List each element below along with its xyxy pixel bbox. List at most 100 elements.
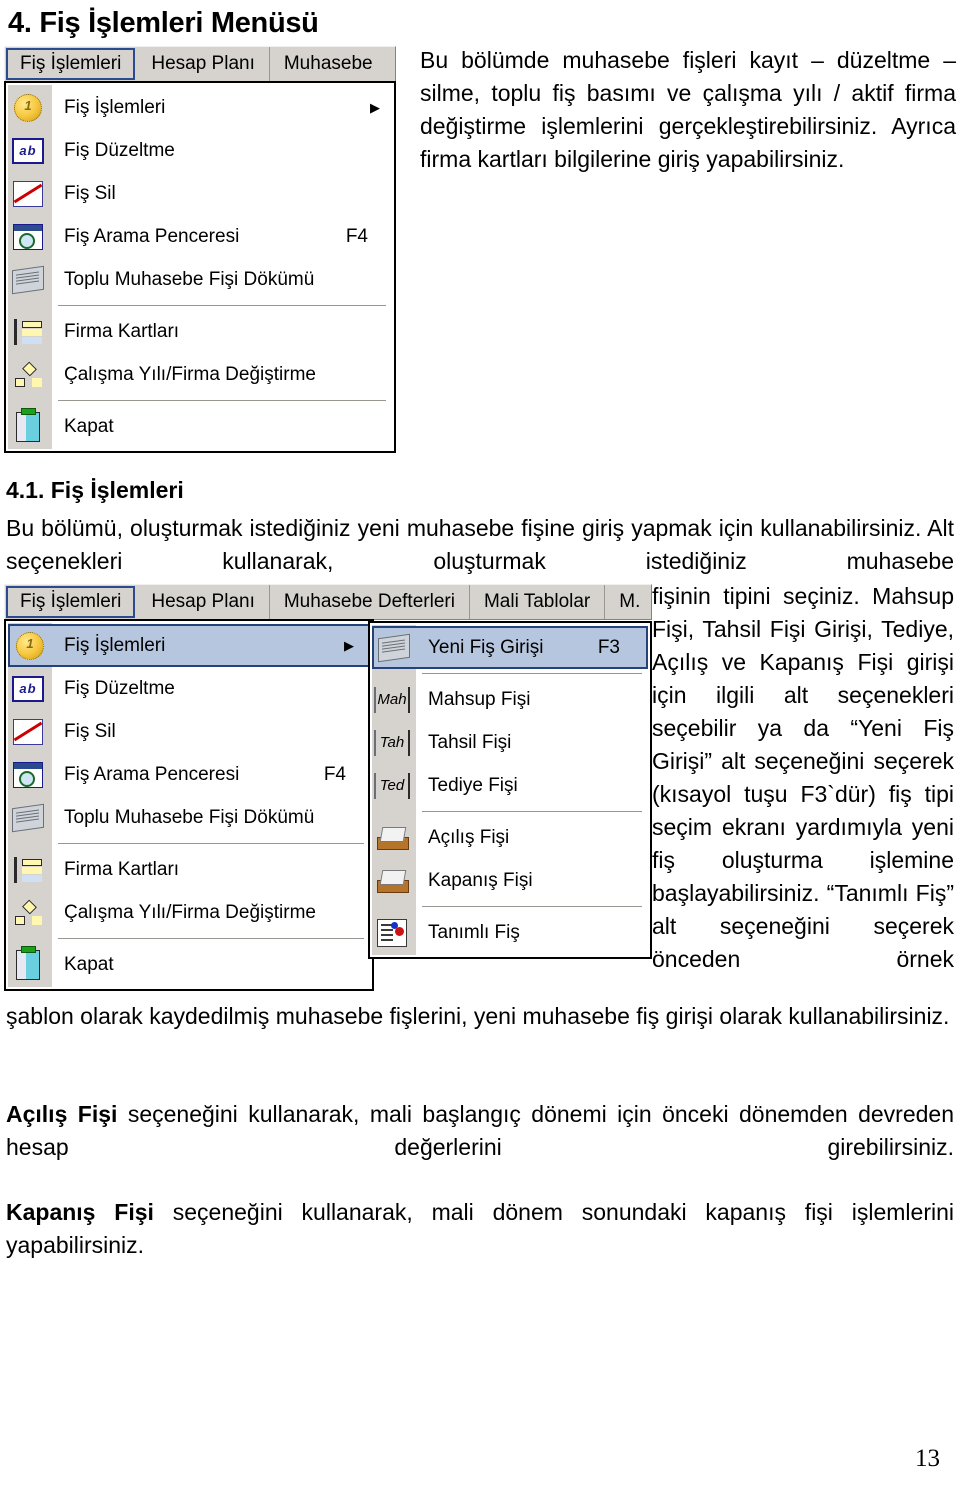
section-heading: 4.1. Fiş İşlemleri xyxy=(6,477,184,503)
menu-separator xyxy=(50,934,372,943)
menu-item-label: Fiş İşlemleri xyxy=(64,96,166,118)
delete-strike-icon xyxy=(6,710,50,753)
page-title: 4. Fiş İşlemleri Menüsü xyxy=(8,7,319,39)
menu-item-shortcut: F4 xyxy=(323,763,346,785)
menu-item-kapat[interactable]: Kapat xyxy=(6,405,394,448)
coin-icon xyxy=(6,86,50,129)
menu-item-label: Tahsil Fişi xyxy=(428,731,512,753)
menubar-item-fis-islemleri[interactable]: Fiş İşlemleri xyxy=(6,48,136,80)
menu-item-shortcut: F4 xyxy=(345,225,368,247)
menubar-item-muhasebe[interactable]: Muhasebe xyxy=(270,47,387,81)
menu-bar[interactable]: Fiş İşlemleri Hesap Planı Muhasebe Defte… xyxy=(4,584,652,620)
printout-icon xyxy=(6,258,50,301)
menu-item-fis-sil[interactable]: Fiş Sil xyxy=(6,172,394,215)
menubar-item-label: Hesap Planı xyxy=(151,591,255,612)
menu-item-fis-islemleri[interactable]: Fiş İşlemleri ▶ xyxy=(6,86,394,129)
menu-item-label: Çalışma Yılı/Firma Değiştirme xyxy=(64,901,316,923)
menubar-item-truncated[interactable]: M. xyxy=(605,585,654,619)
menu-separator xyxy=(414,669,650,678)
menu-item-label: Fiş Sil xyxy=(64,720,116,742)
menu-item-fis-arama-penceresi[interactable]: Fiş Arama Penceresi F4 xyxy=(6,753,372,796)
submenu-arrow-icon: ▶ xyxy=(344,638,354,653)
menu-item-shortcut: F3 xyxy=(597,636,620,658)
submenu-item-tahsil-fisi[interactable]: Tah Tahsil Fişi xyxy=(370,721,650,764)
menu-item-fis-islemleri[interactable]: Fiş İşlemleri ▶ xyxy=(8,624,370,667)
menu-item-label: Fiş Düzeltme xyxy=(64,139,175,161)
menubar-item-mali-tablolar[interactable]: Mali Tablolar xyxy=(470,585,606,619)
menu-separator xyxy=(414,807,650,816)
menu-item-kapat[interactable]: Kapat xyxy=(6,943,372,986)
menu-item-label: Açılış Fişi xyxy=(428,826,510,848)
submenu-item-tediye-fisi[interactable]: Ted Tediye Fişi xyxy=(370,764,650,807)
menubar-item-fis-islemleri[interactable]: Fiş İşlemleri xyxy=(6,586,136,618)
menu-item-label: Toplu Muhasebe Fişi Dökümü xyxy=(64,268,315,290)
menu-bar[interactable]: Fiş İşlemleri Hesap Planı Muhasebe xyxy=(4,46,396,82)
menu-item-calisma-yili-firma-degistirme[interactable]: Çalışma Yılı/Firma Değiştirme xyxy=(6,891,372,934)
text-tag-icon: Ted xyxy=(370,764,414,807)
submenu-arrow-icon: ▶ xyxy=(370,100,380,115)
paragraph-acilis-lead: Açılış Fişi xyxy=(6,1101,118,1127)
text-tag-icon: Tah xyxy=(370,721,414,764)
menu-item-label: Kapat xyxy=(64,415,114,437)
menu-item-fis-duzeltme[interactable]: Fiş Düzeltme xyxy=(6,667,372,710)
menu-item-label: Yeni Fiş Girişi xyxy=(428,636,544,658)
ab-text-edit-icon xyxy=(6,667,50,710)
menu-item-calisma-yili-firma-degistirme[interactable]: Çalışma Yılı/Firma Değiştirme xyxy=(6,353,394,396)
menubar-item-muhasebe-defterleri[interactable]: Muhasebe Defterleri xyxy=(270,585,470,619)
menu-item-label: Firma Kartları xyxy=(64,320,180,342)
menubar-item-label: Fiş İşlemleri xyxy=(20,53,122,74)
menu-separator xyxy=(414,902,650,911)
text-tag-icon: Mah xyxy=(370,678,414,721)
menu-item-toplu-muhasebe-fisi-dokumu[interactable]: Toplu Muhasebe Fişi Dökümü xyxy=(6,258,394,301)
menu-item-label: Mahsup Fişi xyxy=(428,688,531,710)
menu-item-label: Fiş Arama Penceresi xyxy=(64,225,240,247)
dropdown-menu[interactable]: Fiş İşlemleri ▶ Fiş Düzeltme Fiş Sil Fiş… xyxy=(4,81,396,453)
exit-door-icon xyxy=(6,943,50,986)
menu-item-firma-kartlari[interactable]: Firma Kartları xyxy=(6,310,394,353)
menu-separator xyxy=(50,396,394,405)
submenu-fis-islemleri[interactable]: Yeni Fiş Girişi F3 Mah Mahsup Fişi Tah T… xyxy=(368,621,652,959)
menu-item-fis-sil[interactable]: Fiş Sil xyxy=(6,710,372,753)
menu-item-fis-duzeltme[interactable]: Fiş Düzeltme xyxy=(6,129,394,172)
menubar-item-label: Hesap Planı xyxy=(151,53,255,74)
submenu-item-acilis-fisi[interactable]: Açılış Fişi xyxy=(370,816,650,859)
submenu-item-tanimli-fis[interactable]: Tanımlı Fiş xyxy=(370,911,650,954)
coin-icon xyxy=(10,624,50,667)
template-list-icon xyxy=(370,911,414,954)
menu-item-label: Tanımlı Fiş xyxy=(428,921,520,943)
cards-icon xyxy=(6,310,50,353)
printout-icon xyxy=(374,626,414,669)
submenu-item-yeni-fis-girisi[interactable]: Yeni Fiş Girişi F3 xyxy=(372,626,648,669)
box-open-icon xyxy=(370,816,414,859)
menubar-item-hesap-plani[interactable]: Hesap Planı xyxy=(137,47,270,81)
paragraph-kapanis-lead: Kapanış Fişi xyxy=(6,1199,154,1225)
menu-item-toplu-muhasebe-fisi-dokumu[interactable]: Toplu Muhasebe Fişi Dökümü xyxy=(6,796,372,839)
search-window-icon xyxy=(6,215,50,258)
menu-item-fis-arama-penceresi[interactable]: Fiş Arama Penceresi F4 xyxy=(6,215,394,258)
menu-separator xyxy=(50,839,372,848)
submenu-item-mahsup-fisi[interactable]: Mah Mahsup Fişi xyxy=(370,678,650,721)
menubar-item-hesap-plani[interactable]: Hesap Planı xyxy=(137,585,270,619)
ab-text-edit-icon xyxy=(6,129,50,172)
paragraph-kapanis-fisi: Kapanış Fişi seçeneğini kullanarak, mali… xyxy=(6,1196,954,1295)
paragraph-acilis-body: seçeneğini kullanarak, mali başlangıç dö… xyxy=(6,1101,955,1160)
cards-icon xyxy=(6,848,50,891)
menu-item-label: Fiş İşlemleri xyxy=(64,634,166,656)
submenu-item-kapanis-fisi[interactable]: Kapanış Fişi xyxy=(370,859,650,902)
box-close-icon xyxy=(370,859,414,902)
menu-item-label: Kapat xyxy=(64,953,114,975)
menu-item-label: Tediye Fişi xyxy=(428,774,518,796)
menubar-item-label: Fiş İşlemleri xyxy=(20,591,122,612)
menu-item-label: Toplu Muhasebe Fişi Dökümü xyxy=(64,806,315,828)
dropdown-menu[interactable]: Fiş İşlemleri ▶ Fiş Düzeltme Fiş Sil Fiş… xyxy=(4,619,374,991)
menubar-item-label: Muhasebe xyxy=(283,53,373,74)
menu-separator xyxy=(50,301,394,310)
section-paragraph-side: fişinin tipini seçiniz. Mahsup Fişi, Tah… xyxy=(652,583,954,972)
menu-item-label: Kapanış Fişi xyxy=(428,869,533,891)
org-tree-icon xyxy=(6,353,50,396)
paragraph-acilis-fisi: Açılış Fişi seçeneğini kullanarak, mali … xyxy=(6,1098,954,1197)
menubar-item-label: Mali Tablolar xyxy=(483,591,591,612)
menubar-item-label: M. xyxy=(619,591,641,612)
section-paragraph-tail: şablon olarak kaydedilmiş muhasebe fişle… xyxy=(6,1003,950,1029)
menu-item-firma-kartlari[interactable]: Firma Kartları xyxy=(6,848,372,891)
